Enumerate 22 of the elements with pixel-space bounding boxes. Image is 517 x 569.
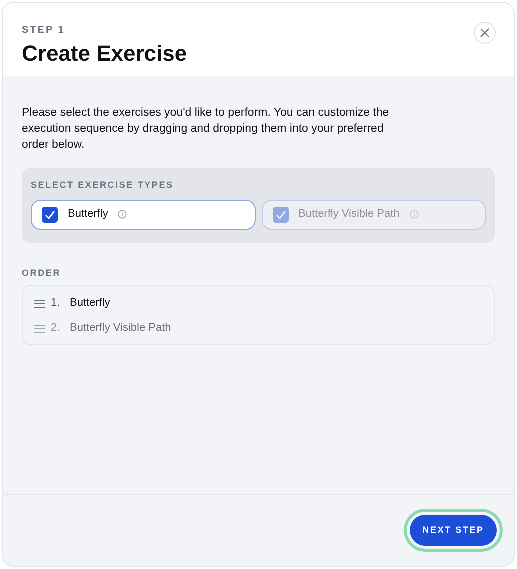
order-item-label: Butterfly — [70, 296, 110, 312]
next-step-button[interactable]: NEXT STEP — [410, 515, 497, 546]
check-icon — [44, 208, 56, 220]
checkbox[interactable] — [42, 206, 58, 222]
check-icon — [274, 208, 286, 220]
order-number: 2. — [51, 321, 62, 336]
info-icon — [410, 210, 419, 219]
option-label: Butterfly Visible Path — [298, 207, 400, 222]
drag-handle-icon[interactable] — [34, 324, 45, 332]
close-icon — [480, 28, 490, 38]
info-icon — [118, 210, 128, 219]
exercise-option[interactable]: Butterfly — [31, 200, 256, 230]
option-label: Butterfly — [68, 207, 108, 222]
close-button[interactable] — [474, 22, 496, 44]
drag-handle-icon[interactable] — [34, 300, 45, 308]
section-label: SELECT EXERCISE TYPES — [31, 179, 175, 192]
section-label: ORDER — [22, 266, 62, 280]
order-number: 1. — [51, 296, 62, 312]
step-label: STEP 1 — [22, 24, 66, 38]
dialog-title: Create Exercise — [22, 40, 188, 68]
order-item-label: Butterfly Visible Path — [70, 321, 172, 336]
description-text: Please select the exercises you'd like to perform. You can customize the execution sequence by dragging and dropping them into your preferred order below. — [22, 106, 390, 153]
